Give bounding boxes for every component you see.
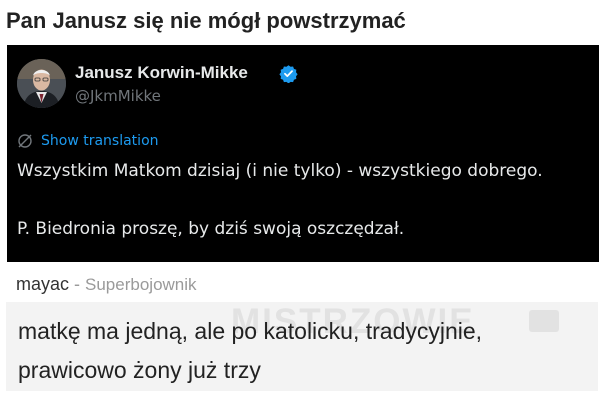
tweet-text-line: P. Biedronia proszę, by dziś swoją oszcz… (17, 219, 405, 239)
comment-separator: - (69, 274, 86, 294)
watermark-logo-icon (529, 310, 559, 332)
comment-text-line: prawicowo żony już trzy (18, 357, 261, 383)
avatar-portrait (17, 59, 66, 108)
author-handle[interactable]: @JkmMikke (75, 86, 161, 106)
comment-user-rank: Superbojownik (85, 275, 197, 294)
globe-slash-icon (18, 134, 32, 148)
comment-text-line: matkę ma jedną, ale po katolicku, tradyc… (18, 318, 483, 344)
comment-username[interactable]: mayac (16, 274, 69, 294)
show-translation-label: Show translation (41, 133, 159, 149)
author-name[interactable]: Janusz Korwin-Mikke (75, 62, 248, 84)
page-title: Pan Janusz się nie mógł powstrzymać (6, 8, 406, 33)
verified-badge-icon (279, 65, 298, 83)
comment-box: MISTRZOWIE matkę ma jedną, ale po katoli… (6, 302, 598, 391)
avatar[interactable] (17, 59, 66, 108)
show-translation-button[interactable]: Show translation (17, 132, 317, 150)
tweet-text-line: Wszystkim Matkom dzisiaj (i nie tylko) -… (17, 161, 543, 181)
comment-header: mayac - Superbojownik (16, 271, 197, 297)
tweet-card: Janusz Korwin-Mikke @JkmMikke Show trans… (7, 45, 599, 262)
